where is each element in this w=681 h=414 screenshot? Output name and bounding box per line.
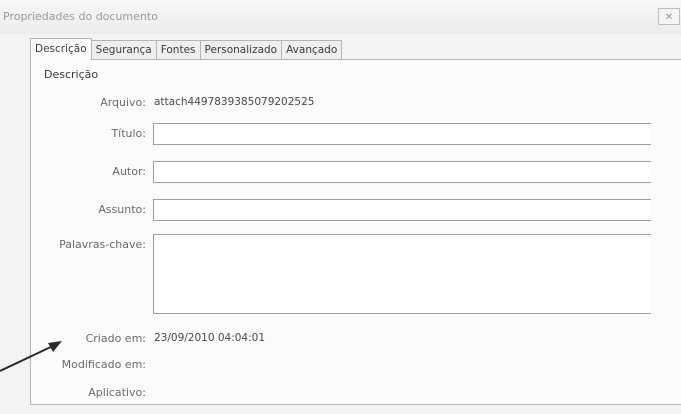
author-label: Autor:: [112, 165, 146, 178]
tab-avancado[interactable]: Avançado: [281, 40, 343, 60]
title-field[interactable]: [153, 123, 651, 145]
subject-field[interactable]: [153, 199, 651, 221]
tab-fontes[interactable]: Fontes: [155, 40, 201, 60]
group-label-description: Descrição: [44, 68, 99, 81]
keywords-label: Palavras-chave:: [59, 238, 146, 251]
tab-panel: [30, 59, 681, 405]
keywords-field[interactable]: [153, 234, 651, 314]
tab-personalizado[interactable]: Personalizado: [199, 40, 283, 60]
file-value: attach4497839385079202525: [154, 96, 315, 108]
tab-strip: Descrição Segurança Fontes Personalizado…: [30, 38, 343, 60]
tab-seguranca[interactable]: Segurança: [90, 40, 157, 60]
file-label: Arquivo:: [100, 96, 146, 109]
annotation-arrow-icon: [0, 341, 62, 372]
created-value: 23/09/2010 04:04:01: [154, 332, 266, 344]
application-label: Aplicativo:: [88, 386, 146, 399]
author-field[interactable]: [153, 161, 651, 183]
tab-descricao[interactable]: Descrição: [30, 38, 92, 60]
title-bar: Propriedades do documento ✕: [0, 0, 681, 34]
subject-label: Assunto:: [98, 203, 146, 216]
title-label: Título:: [111, 127, 146, 140]
window-title: Propriedades do documento: [3, 10, 158, 23]
document-properties-window: Propriedades do documento ✕ Descrição Se…: [0, 0, 681, 414]
close-button[interactable]: ✕: [658, 8, 680, 25]
close-icon: ✕: [664, 12, 674, 23]
